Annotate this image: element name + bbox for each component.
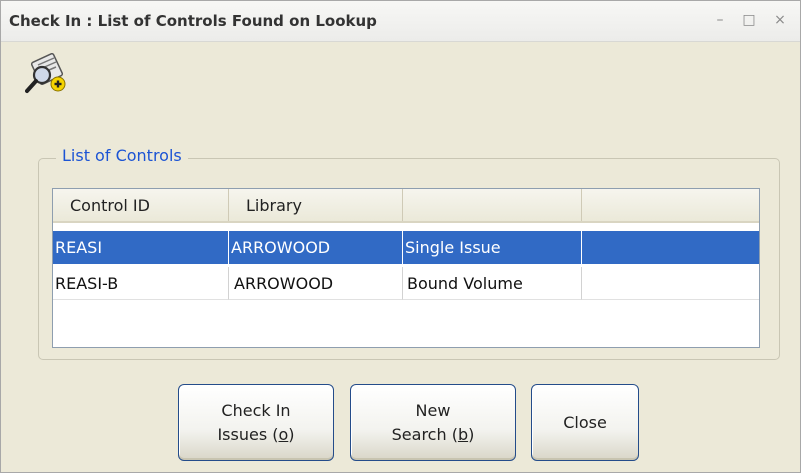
column-header-library[interactable]: Library bbox=[229, 189, 403, 221]
check-in-line2: Issues (o) bbox=[217, 424, 295, 444]
close-button[interactable]: Close bbox=[531, 384, 639, 461]
maximize-button[interactable]: □ bbox=[738, 9, 760, 31]
window-title: Check In : List of Controls Found on Loo… bbox=[9, 12, 377, 30]
cell-library: ARROWOOD bbox=[229, 267, 403, 300]
mnemonic-b: b bbox=[457, 424, 469, 444]
table-header: Control ID Library bbox=[53, 189, 759, 223]
check-in-line1: Check In bbox=[221, 400, 291, 420]
cell-control-id: REASI bbox=[53, 231, 229, 264]
mnemonic-o: o bbox=[278, 424, 289, 444]
close-button-label: Close bbox=[563, 412, 607, 432]
cell-extra bbox=[582, 231, 759, 264]
table-row[interactable]: REASI ARROWOOD Single Issue bbox=[53, 231, 759, 264]
column-header-3[interactable] bbox=[403, 189, 582, 221]
controls-table[interactable]: Control ID Library REASI ARROWOOD Single… bbox=[52, 188, 760, 348]
cell-extra bbox=[582, 267, 759, 300]
column-header-control-id[interactable]: Control ID bbox=[53, 189, 229, 221]
new-search-line2: Search (b) bbox=[391, 424, 475, 444]
cell-type: Bound Volume bbox=[403, 267, 582, 300]
cell-library: ARROWOOD bbox=[229, 231, 403, 264]
title-bar[interactable]: Check In : List of Controls Found on Loo… bbox=[1, 1, 800, 42]
close-window-button[interactable]: × bbox=[769, 9, 791, 31]
lookup-add-icon bbox=[25, 52, 75, 99]
table-row[interactable]: REASI-B ARROWOOD Bound Volume bbox=[53, 267, 759, 300]
minimize-button[interactable]: – bbox=[709, 9, 731, 31]
check-in-issues-button[interactable]: Check In Issues (o) bbox=[178, 384, 334, 461]
new-search-button[interactable]: New Search (b) bbox=[350, 384, 516, 461]
column-header-4[interactable] bbox=[582, 189, 759, 221]
cell-control-id: REASI-B bbox=[53, 267, 229, 300]
new-search-line1: New bbox=[415, 400, 451, 420]
cell-type: Single Issue bbox=[403, 231, 582, 264]
groupbox-legend: List of Controls bbox=[56, 146, 188, 165]
dialog-window: Check In : List of Controls Found on Loo… bbox=[0, 0, 801, 473]
